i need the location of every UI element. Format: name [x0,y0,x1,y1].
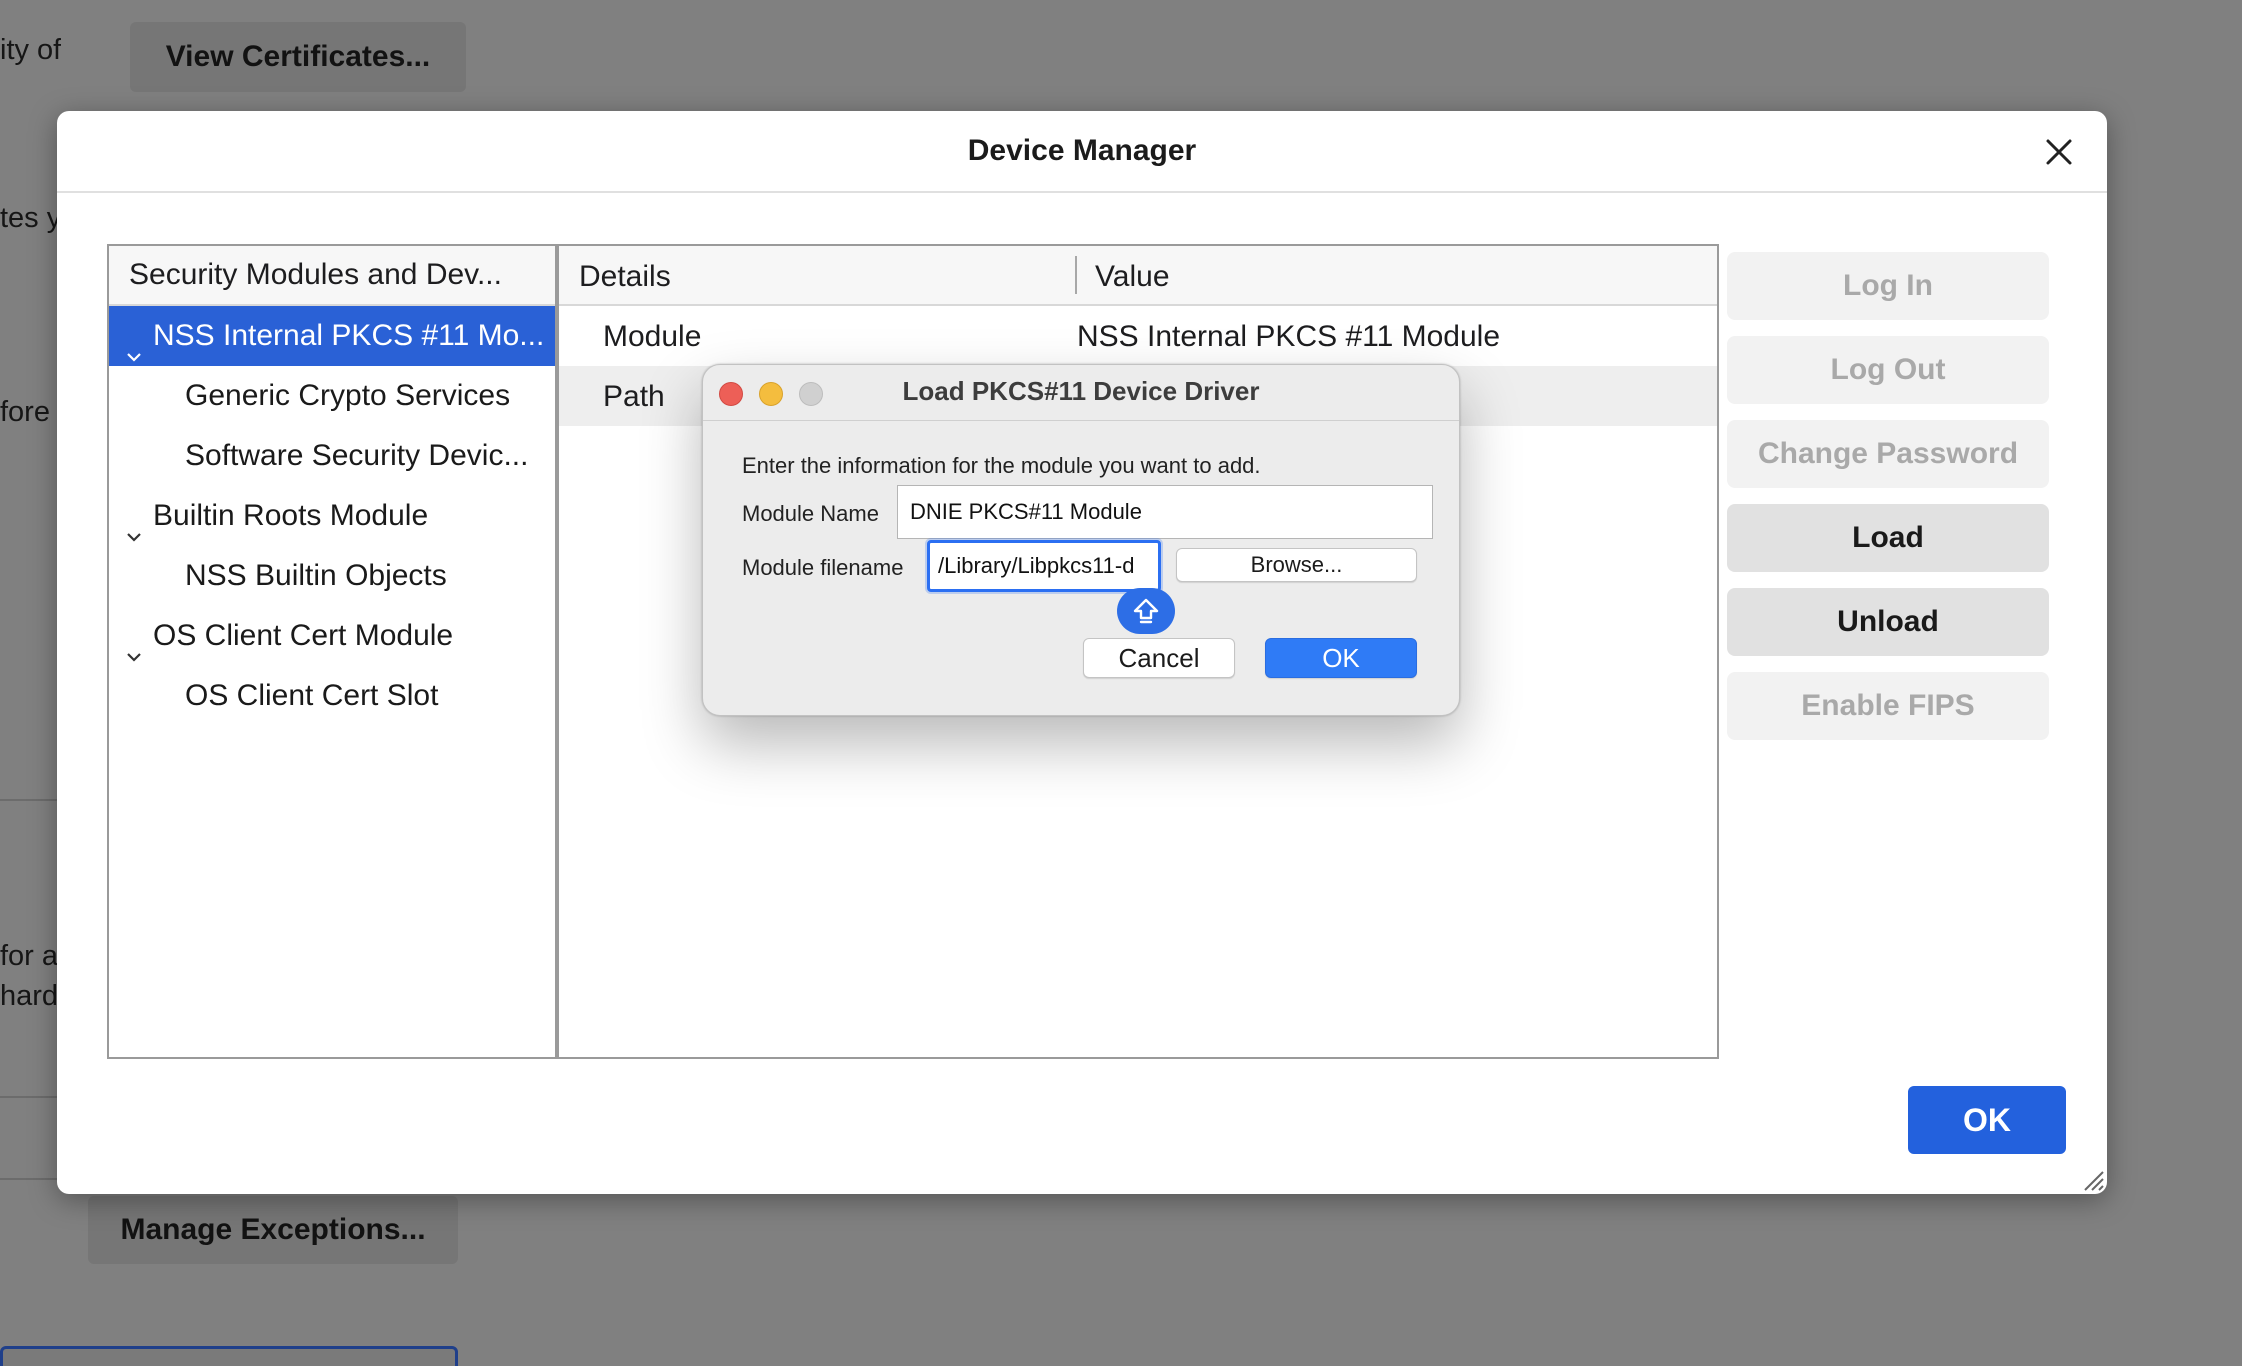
ok-button[interactable]: OK [1908,1086,2066,1154]
chevron-down-icon[interactable] [125,507,143,542]
view-certificates-button[interactable]: View Certificates... [130,22,466,92]
load-pkcs11-dialog: Load PKCS#11 Device Driver Enter the inf… [702,364,1460,716]
details-table-header: Details Value [559,246,1717,306]
tree-item-nss-builtin-objects[interactable]: NSS Builtin Objects [109,546,555,606]
browse-button[interactable]: Browse... [1176,548,1417,582]
column-header-details[interactable]: Details [579,260,671,294]
tree-item-label: NSS Builtin Objects [185,559,447,592]
bg-focused-input[interactable] [0,1346,458,1366]
load-button[interactable]: Load [1727,504,2049,572]
bg-text-fragment-2: tes y [0,202,62,234]
chevron-down-icon[interactable] [125,627,143,662]
tree-item-label: Generic Crypto Services [185,379,511,412]
tree-item-label: Software Security Devic... [185,439,529,472]
row-key: Module [603,320,702,353]
bg-divider [0,799,57,801]
instructions-text: Enter the information for the module you… [742,453,1261,478]
security-modules-tree[interactable]: Security Modules and Dev... NSS Internal… [107,244,557,1059]
caps-lock-icon [1117,588,1175,634]
module-name-label: Module Name [742,501,879,526]
log-out-button[interactable]: Log Out [1727,336,2049,404]
tree-column-header[interactable]: Security Modules and Dev... [109,246,555,306]
unload-button[interactable]: Unload [1727,588,2049,656]
table-row[interactable]: Module NSS Internal PKCS #11 Module [559,306,1717,366]
tree-item-builtin-roots[interactable]: Builtin Roots Module [109,486,555,546]
log-in-button[interactable]: Log In [1727,252,2049,320]
chevron-down-icon[interactable] [125,327,143,362]
bg-divider [0,1096,57,1098]
cancel-button[interactable]: Cancel [1083,638,1235,678]
dialog-title: Device Manager [967,134,1197,167]
module-filename-label: Module filename [742,555,904,580]
dialog-ok-button[interactable]: OK [1265,638,1417,678]
bg-text-fragment-1: ity of [0,34,62,66]
tree-item-nss-internal[interactable]: NSS Internal PKCS #11 Mo... [109,306,555,366]
row-value: NSS Internal PKCS #11 Module [1077,320,1501,353]
bg-text-fragment-3: fore [0,396,50,428]
module-filename-input[interactable] [927,540,1161,592]
manage-exceptions-button[interactable]: Manage Exceptions... [88,1196,458,1264]
module-name-input[interactable] [897,485,1433,539]
row-key: Path [603,380,665,413]
tree-item-os-client-cert-slot[interactable]: OS Client Cert Slot [109,666,555,726]
bg-divider [0,1178,57,1180]
tree-item-label: NSS Internal PKCS #11 Mo... [153,319,545,352]
enable-fips-button[interactable]: Enable FIPS [1727,672,2049,740]
tree-item-os-client-cert-module[interactable]: OS Client Cert Module [109,606,555,666]
change-password-button[interactable]: Change Password [1727,420,2049,488]
dialog-titlebar[interactable]: Load PKCS#11 Device Driver [703,365,1459,421]
close-icon[interactable] [2041,134,2077,170]
dialog-header: Device Manager [57,111,2107,193]
resize-grip-icon[interactable] [2079,1166,2105,1192]
tree-item-generic-crypto[interactable]: Generic Crypto Services [109,366,555,426]
tree-item-label: OS Client Cert Module [153,619,454,652]
tree-item-label: Builtin Roots Module [153,499,429,532]
dialog-title: Load PKCS#11 Device Driver [902,376,1260,406]
tree-item-software-security[interactable]: Software Security Devic... [109,426,555,486]
bg-text-fragment-4: for a [0,940,59,972]
column-header-value[interactable]: Value [1095,260,1170,294]
tree-item-label: OS Client Cert Slot [185,679,439,712]
column-separator[interactable] [1075,256,1077,294]
